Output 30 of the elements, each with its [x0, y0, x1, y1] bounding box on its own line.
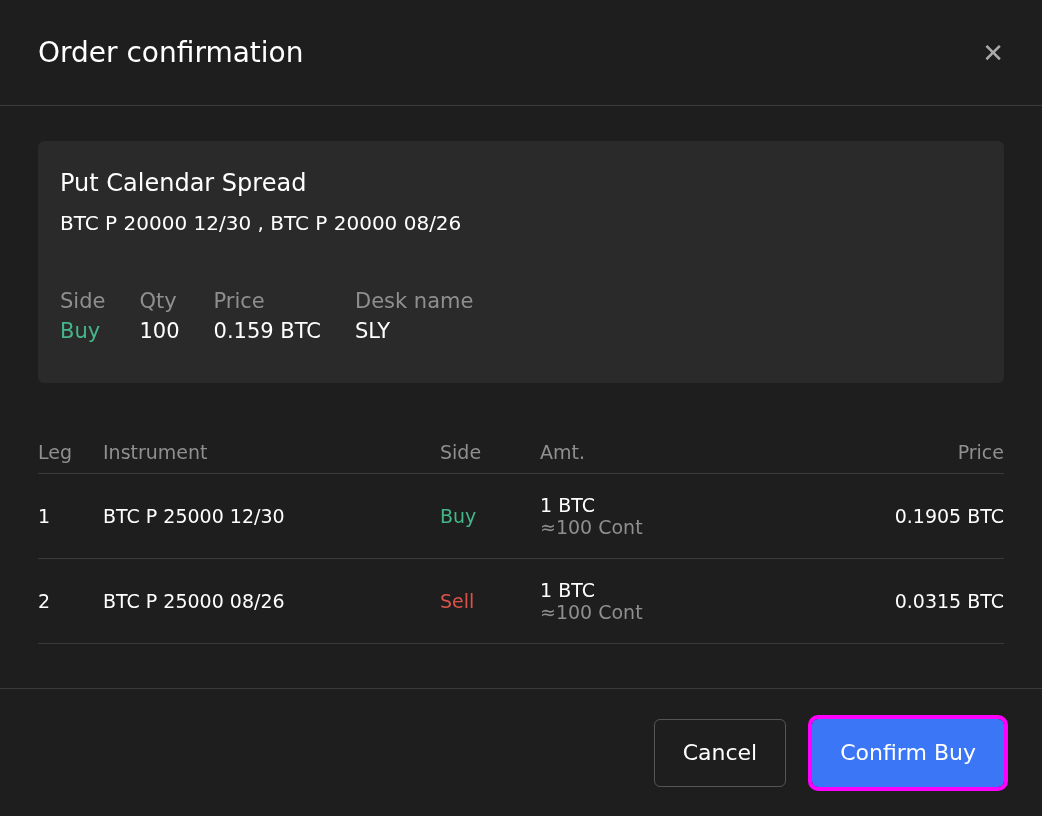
cancel-button[interactable]: Cancel	[653, 718, 787, 787]
field-value: 0.159 BTC	[213, 319, 321, 343]
table-cell-text: 0.0315 BTC	[893, 590, 1004, 612]
table-cell-text: Buy	[440, 505, 478, 527]
column-header: Price	[956, 441, 1004, 463]
column-header: Side	[440, 441, 483, 463]
instruments-text: BTC P 20000 12/30 , BTC P 20000 08/26	[60, 211, 463, 235]
field-value: SLY	[355, 319, 392, 343]
table-cell-text: 1 BTC	[540, 579, 596, 601]
contracts-text: ≈100 Cont	[540, 601, 644, 623]
field-label: Qty	[139, 289, 178, 313]
table-cell-text: Sell	[440, 590, 476, 612]
close-button[interactable]: ✕	[982, 37, 1004, 68]
table-cell-text: 0.1905 BTC	[893, 505, 1004, 527]
field-value: Buy	[60, 319, 102, 343]
field-label: Side	[60, 289, 106, 313]
dialog-title: Order confirmation	[38, 36, 304, 69]
table-cell-text: BTC P 25000 08/26	[103, 590, 286, 612]
field-label: Price	[213, 289, 266, 313]
field-label: Desk name	[355, 289, 474, 313]
contracts-text: ≈100 Cont	[540, 516, 644, 538]
table-cell-text: BTC P 25000 12/30	[103, 505, 286, 527]
column-header: Instrument	[103, 441, 209, 463]
strategy-title: Put Calendar Spread	[60, 169, 308, 197]
table-cell-text: 2	[38, 590, 52, 612]
table-cell-text: 1	[38, 505, 52, 527]
column-header: Amt.	[540, 441, 586, 463]
field-value: 100	[139, 319, 180, 343]
table-cell-text: 1 BTC	[540, 494, 596, 516]
column-header: Leg	[38, 441, 73, 463]
